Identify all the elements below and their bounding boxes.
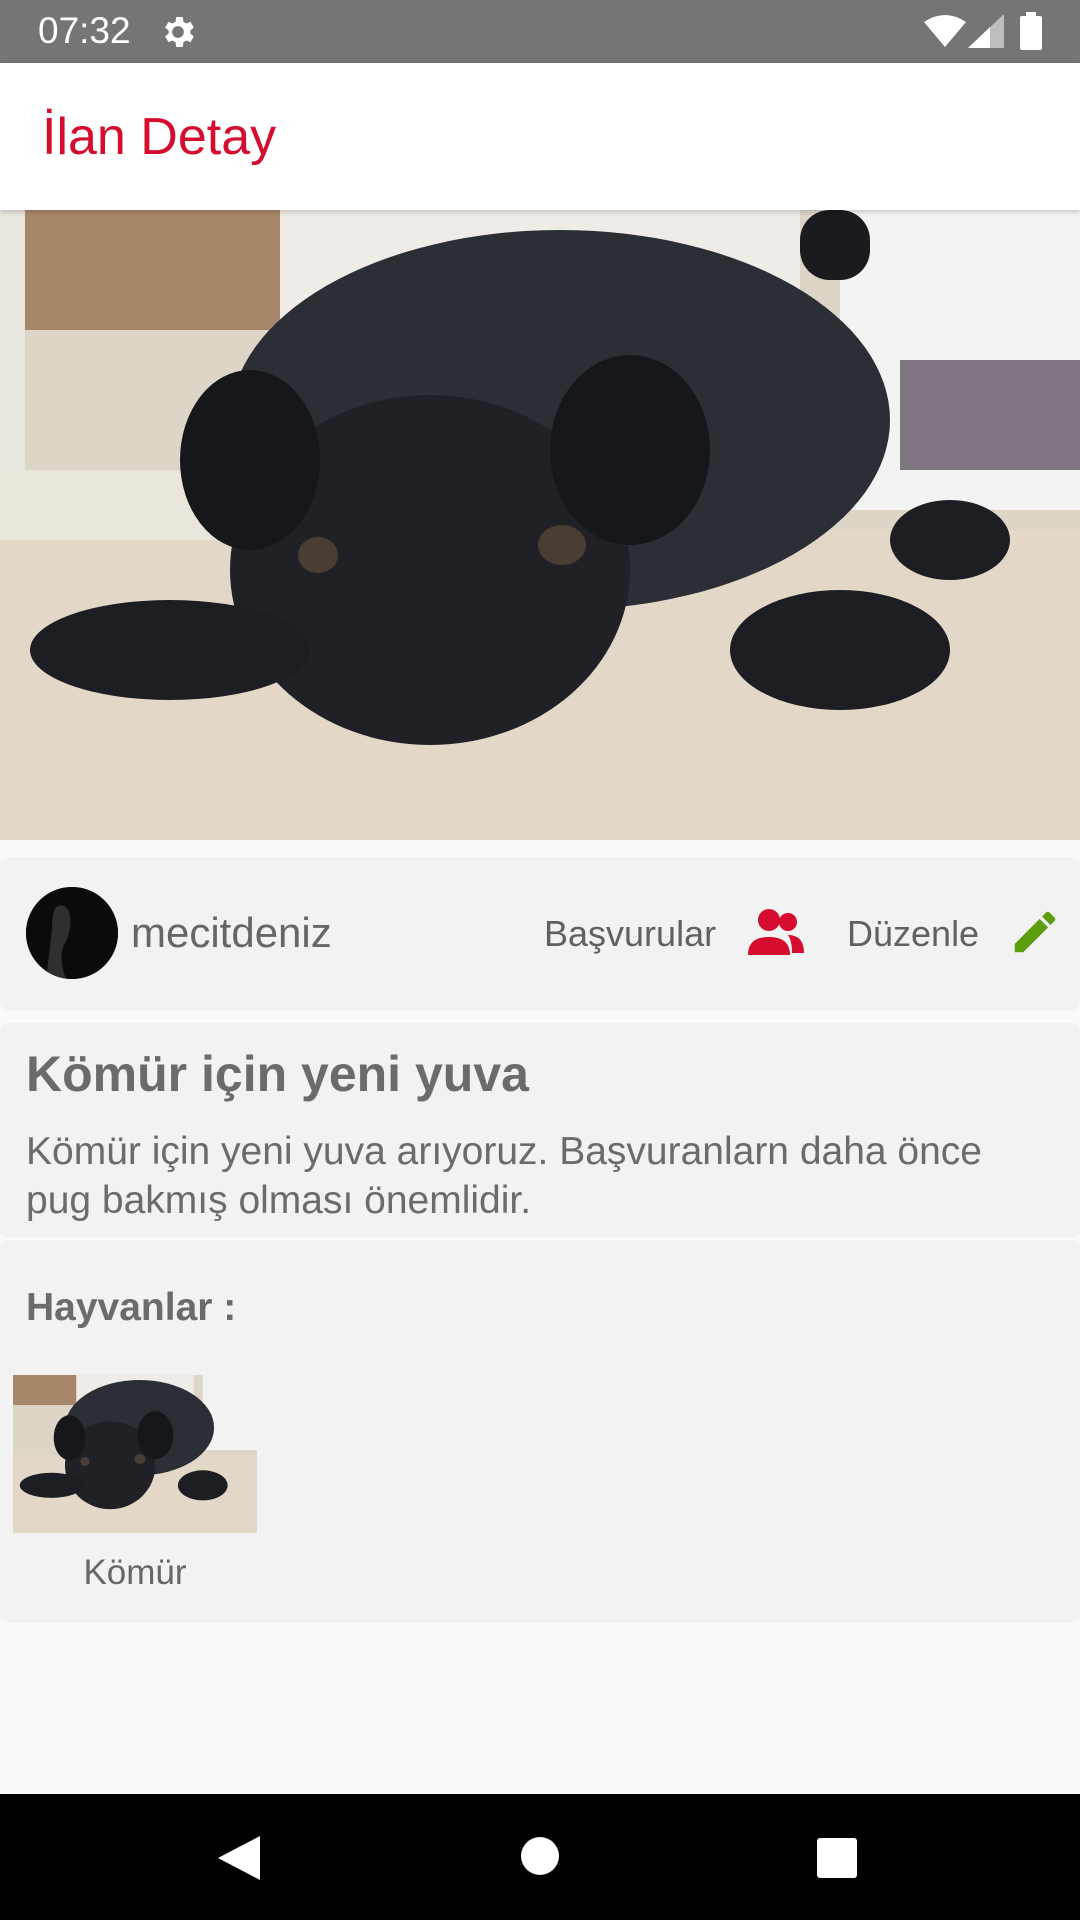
avatar[interactable] <box>26 887 118 979</box>
page-title: İlan Detay <box>42 108 277 166</box>
pug-thumbnail <box>13 1375 257 1533</box>
recents-icon[interactable] <box>817 1838 857 1878</box>
gear-icon <box>165 17 194 47</box>
battery-icon <box>1020 12 1042 50</box>
animal-thumbnail[interactable] <box>13 1375 257 1533</box>
pug-photo <box>0 210 1080 840</box>
pencil-icon[interactable] <box>1008 905 1062 959</box>
app-bar: İlan Detay <box>0 63 1080 210</box>
animals-heading: Hayvanlar : <box>26 1286 237 1329</box>
listing-title: Kömür için yeni yuva <box>26 1046 529 1102</box>
applicants-button-label[interactable]: Başvurular <box>544 913 716 955</box>
animal-item[interactable]: Kömür <box>13 1375 257 1605</box>
people-icon[interactable] <box>748 907 804 959</box>
owner-username[interactable]: mecitdeniz <box>131 909 332 957</box>
home-icon[interactable] <box>520 1836 560 1876</box>
animals-card: Hayvanlar : Kömür <box>0 1240 1080 1623</box>
listing-description-card: Kömür için yeni yuva Kömür için yeni yuv… <box>0 1023 1080 1238</box>
status-time: 07:32 <box>38 10 131 51</box>
listing-photo <box>0 210 1080 840</box>
listing-description: Kömür için yeni yuva arıyoruz. Başvuranl… <box>26 1130 982 1222</box>
back-icon[interactable] <box>216 1834 262 1882</box>
edit-button-label[interactable]: Düzenle <box>847 913 979 955</box>
signal-icon <box>968 14 1004 48</box>
owner-card: mecitdeniz Başvurular Düzenle <box>0 857 1080 1010</box>
wifi-icon <box>924 15 966 47</box>
status-bar: 07:32 <box>0 0 1080 63</box>
system-nav-bar <box>0 1794 1080 1920</box>
animal-name: Kömür <box>83 1553 187 1592</box>
avatar-image <box>26 887 118 979</box>
